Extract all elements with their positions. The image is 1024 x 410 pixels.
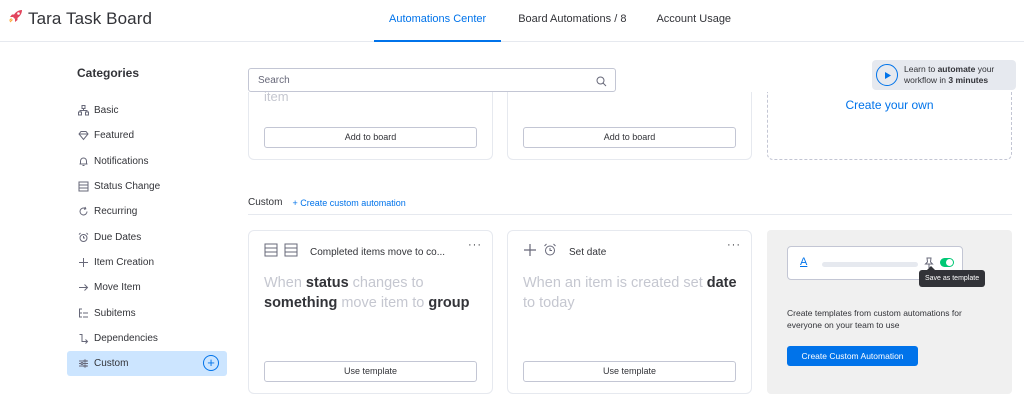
custom-template-card: Completed items move to co... ··· When s… [248,230,493,394]
recurring-icon [77,206,89,218]
search-input[interactable] [258,69,588,91]
recipe-text: When status changes to something move it… [264,275,470,311]
recipe-text: item [264,89,289,104]
preview-letter: A [800,256,808,268]
dependency-icon [77,332,89,344]
subitems-icon [77,307,89,319]
rocket-icon [8,8,24,29]
sidebar-item-notifications[interactable]: Notifications [67,149,227,174]
hierarchy-icon [77,105,89,117]
alarm-icon [77,231,89,243]
arrow-right-icon [77,282,89,294]
sidebar-item-featured[interactable]: Featured [67,123,227,148]
section-title: Custom [248,197,283,208]
diamond-icon [77,130,89,142]
brand[interactable]: Tara Task Board [8,8,152,29]
card-title: Set date [569,247,607,258]
sidebar-item-label: Featured [94,130,135,142]
preview-bar [822,262,918,267]
sidebar-item-label: Dependencies [94,332,158,344]
search-icon[interactable] [596,74,607,92]
create-custom-automation-button[interactable]: Create Custom Automation [787,346,918,366]
sidebar-item-dependencies[interactable]: Dependencies [67,326,227,351]
plus-icon [77,256,89,268]
top-navigation-bar: Tara Task Board Automations Center Board… [0,0,1024,42]
sidebar-item-item-creation[interactable]: Item Creation [67,250,227,275]
add-to-board-button[interactable]: Add to board [264,127,477,148]
sidebar-item-custom[interactable]: Custom + [67,350,227,377]
sliders-icon [77,358,89,370]
sidebar-item-label: Notifications [94,155,149,167]
sidebar-item-basic[interactable]: Basic [67,98,227,123]
sidebar-item-subitems[interactable]: Subitems [67,300,227,325]
alarm-clock-icon [543,243,557,262]
recipe-text: When an item is created set date to toda… [523,275,737,311]
sidebar-item-move-item[interactable]: Move Item [67,275,227,300]
create-your-own-card[interactable]: Create your own [767,92,1012,160]
create-custom-automation-link[interactable]: + Create custom automation [292,198,405,208]
tab-automations-center[interactable]: Automations Center [374,0,502,42]
sidebar-item-label: Subitems [94,307,136,319]
tab-account-usage[interactable]: Account Usage [641,0,746,42]
section-divider [248,214,1012,215]
sidebar-item-label: Status Change [94,181,161,193]
custom-template-card: Set date ··· When an item is created set… [507,230,752,394]
save-as-template-tooltip: Save as template [919,266,986,287]
plus-icon [523,243,537,262]
promo-description: Create templates from custom automations… [787,308,962,330]
custom-section-header: Custom + Create custom automation [248,197,1012,208]
more-options-icon[interactable]: ··· [727,239,741,251]
table-icon [284,243,298,262]
add-to-board-button[interactable]: Add to board [523,127,736,148]
sidebar-item-recurring[interactable]: Recurring [67,199,227,224]
status-list-icon [77,181,89,193]
learn-text: Learn to automate your workflow in 3 min… [904,64,995,85]
template-card: item Add to board [248,89,493,160]
use-template-button[interactable]: Use template [523,361,736,382]
sidebar-item-label: Custom [94,358,129,370]
card-title: Completed items move to co... [310,247,446,258]
create-your-own-link[interactable]: Create your own [768,98,1011,112]
sidebar-item-due-dates[interactable]: Due Dates [67,224,227,249]
sidebar-item-label: Recurring [94,206,138,218]
card-header: Set date [523,243,606,262]
card-header: Completed items move to co... [264,243,445,262]
bell-icon [77,155,89,167]
search-box [248,68,616,92]
sidebar-item-label: Basic [94,105,119,117]
main-tabs: Automations Center Board Automations / 8… [374,0,746,42]
learn-video-banner[interactable]: Learn to automate your workflow in 3 min… [872,60,1016,90]
more-options-icon[interactable]: ··· [468,239,482,251]
play-icon[interactable] [876,64,898,86]
table-icon [264,243,278,262]
template-card: Add to board [507,92,752,160]
sidebar-item-label: Item Creation [94,256,155,268]
tab-board-automations[interactable]: Board Automations / 8 [503,0,641,42]
categories-sidebar: Categories Basic Featured Notifications … [67,60,227,377]
app-title: Tara Task Board [28,8,153,28]
use-template-button[interactable]: Use template [264,361,477,382]
add-custom-automation-button[interactable]: + [203,354,219,371]
custom-automation-promo: A Save as template Create templates from… [767,230,1012,394]
sidebar-item-status-change[interactable]: Status Change [67,174,227,199]
sidebar-item-label: Due Dates [94,231,142,243]
sidebar-item-label: Move Item [94,282,141,294]
categories-title: Categories [77,66,140,80]
toggle-switch [940,258,954,267]
